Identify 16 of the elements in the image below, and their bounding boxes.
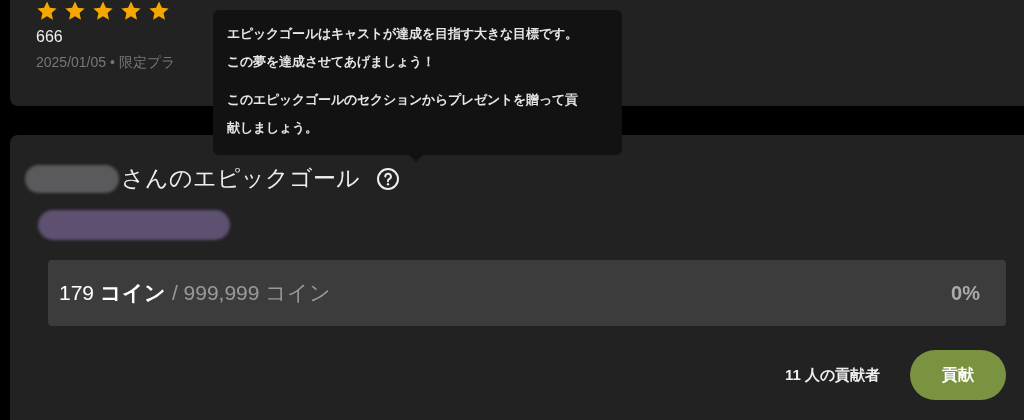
star-icon: [92, 0, 114, 22]
review-count: 666: [36, 28, 63, 46]
tooltip-text: このエピックゴールのセクションからプレゼントを贈って貢献しましょう。: [227, 91, 579, 137]
current-coins: 179 コイン: [59, 280, 166, 306]
epic-goal-title: さんのエピックゴール: [121, 164, 360, 193]
contributor-count: 11 人の貢献者: [784, 365, 880, 385]
star-icon: [148, 0, 170, 22]
star-icon: [36, 0, 58, 22]
progress-percent: 0%: [951, 281, 980, 305]
review-meta: 2025/01/05 • 限定プラ: [36, 54, 175, 72]
star-icon: [64, 0, 86, 22]
help-icon[interactable]: [376, 166, 400, 191]
tooltip-text: エピックゴールはキャストが達成を目指す大きな目標です。この夢を達成させてあげましょう！: [227, 25, 579, 71]
contribute-button[interactable]: 貢献: [910, 350, 1006, 400]
star-icon: [120, 0, 142, 22]
target-coins: / 999,999 コイン: [171, 280, 332, 306]
